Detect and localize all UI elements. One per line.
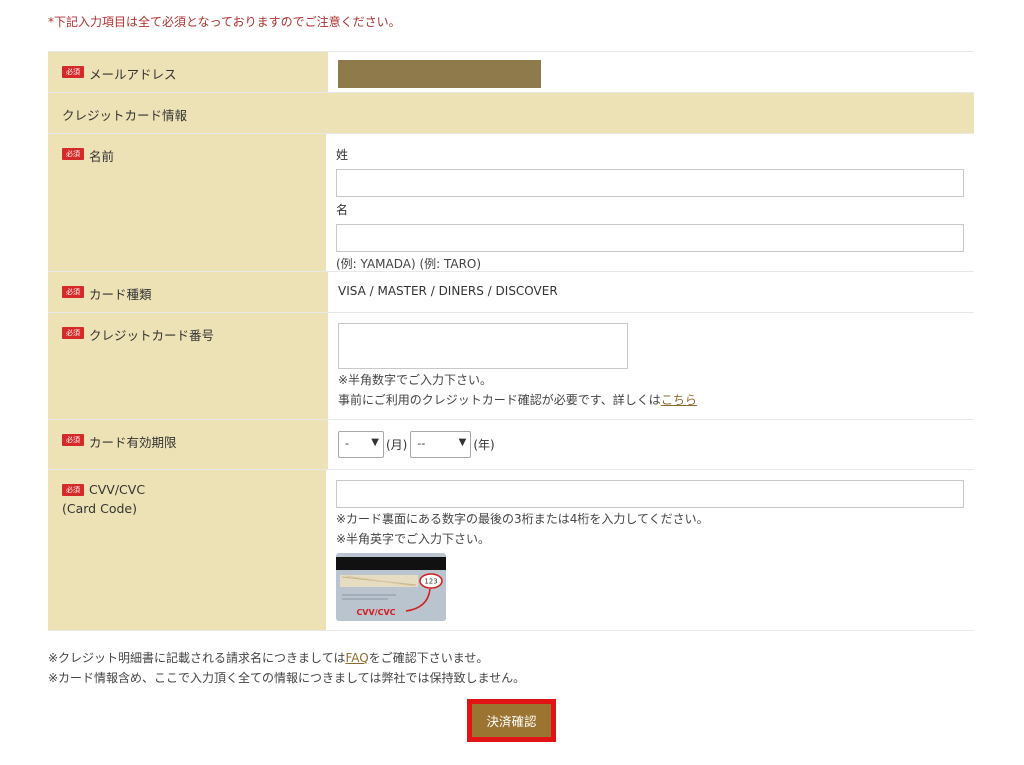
card-type-label-cell: 必須 カード種類 (48, 272, 328, 312)
name-label-cell: 必須 名前 (48, 134, 326, 271)
billing-note-text-after: をご確認下さいませ。 (368, 651, 489, 665)
required-badge: 必須 (62, 148, 84, 160)
year-suffix: (年) (473, 438, 495, 452)
cvv-hint-digits: ※カード裏面にある数字の最後の3桁または4桁を入力してください。 (336, 512, 709, 526)
card-number-label-cell: 必須 クレジットカード番号 (48, 313, 328, 419)
expiry-month-select[interactable]: - ▼ (338, 431, 384, 458)
card-type-row: 必須 カード種類 VISA / MASTER / DINERS / DISCOV… (48, 272, 974, 313)
card-type-label: カード種類 (89, 287, 152, 302)
email-value-cell (328, 52, 974, 92)
cvv-image-number: 123 (424, 578, 437, 586)
required-notice: *下記入力項目は全て必須となっておりますのでご注意ください。 (48, 15, 401, 29)
first-name-label: 名 (336, 203, 349, 217)
last-name-input[interactable] (336, 169, 964, 197)
masked-email-value (338, 60, 541, 88)
cvv-image-caption: CVV/CVC (356, 608, 395, 617)
required-badge: 必須 (62, 327, 84, 339)
name-label: 名前 (89, 149, 115, 164)
expiry-label: カード有効期限 (89, 435, 177, 450)
footer-notes: ※クレジット明細書に記載される請求名につきましてはFAQをご確認下さいませ。 ※… (48, 648, 525, 688)
card-number-hint-halfwidth: ※半角数字でご入力下さい。 (338, 373, 493, 387)
card-number-hint-verify: 事前にご利用のクレジットカード確認が必要です、詳しくはこちら (338, 390, 964, 410)
submit-highlight: 決済確認 (467, 699, 556, 742)
month-suffix: (月) (386, 438, 408, 452)
cvv-row: 必須 CVV/CVC (Card Code) ※カード裏面にある数字の最後の3桁… (48, 470, 974, 631)
data-retention-note: ※カード情報含め、ここで入力頂く全ての情報につきましては弊社では保持致しません。 (48, 671, 526, 685)
cvv-input[interactable] (336, 480, 964, 508)
last-name-label: 姓 (336, 148, 349, 162)
card-number-input[interactable] (338, 323, 628, 369)
email-row: 必須 メールアドレス (48, 51, 974, 93)
name-value-cell: 姓 名 (例: YAMADA) (例: TARO) (326, 134, 974, 271)
first-name-input[interactable] (336, 224, 964, 252)
details-link[interactable]: こちら (661, 393, 697, 407)
required-badge: 必須 (62, 286, 84, 298)
card-back-image: 123 CVV/CVC (336, 553, 446, 621)
card-number-value-cell: ※半角数字でご入力下さい。 事前にご利用のクレジットカード確認が必要です、詳しく… (328, 313, 974, 419)
cc-section-row: クレジットカード情報 (48, 93, 974, 134)
cvv-card-illustration: 123 CVV/CVC (336, 553, 446, 621)
chevron-down-icon: ▼ (458, 437, 467, 448)
cvv-hint-halfwidth: ※半角英字でご入力下さい。 (336, 532, 491, 546)
email-label: メールアドレス (89, 67, 177, 82)
cvv-label: CVV/CVC (89, 482, 146, 497)
expiry-year-value: -- (417, 437, 426, 450)
card-number-label: クレジットカード番号 (89, 328, 215, 343)
card-type-value: VISA / MASTER / DINERS / DISCOVER (338, 284, 558, 298)
cvv-sublabel: (Card Code) (62, 501, 137, 516)
payment-form-table: 必須 メールアドレス クレジットカード情報 必須 名前 姓 名 (例: YAMA… (48, 51, 974, 631)
expiry-value-cell: - ▼ (月) -- ▼ (年) (328, 420, 974, 469)
faq-link[interactable]: FAQ (345, 651, 368, 665)
card-number-row: 必須 クレジットカード番号 ※半角数字でご入力下さい。 事前にご利用のクレジット… (48, 313, 974, 420)
cvv-label-cell: 必須 CVV/CVC (Card Code) (48, 470, 326, 630)
expiry-row: 必須 カード有効期限 - ▼ (月) -- ▼ (年) (48, 420, 974, 470)
expiry-month-value: - (345, 437, 349, 450)
name-row: 必須 名前 姓 名 (例: YAMADA) (例: TARO) (48, 134, 974, 272)
cc-section-header: クレジットカード情報 (48, 93, 974, 133)
billing-name-note: ※クレジット明細書に記載される請求名につきましてはFAQをご確認下さいませ。 (48, 648, 525, 668)
required-badge: 必須 (62, 434, 84, 446)
name-example-hint: (例: YAMADA) (例: TARO) (336, 257, 482, 271)
expiry-year-select[interactable]: -- ▼ (410, 431, 472, 458)
required-badge: 必須 (62, 484, 84, 496)
cvv-value-cell: ※カード裏面にある数字の最後の3桁または4桁を入力してください。 ※半角英字でご… (326, 470, 974, 630)
chevron-down-icon: ▼ (371, 437, 379, 448)
required-badge: 必須 (62, 66, 84, 78)
billing-note-text-before: ※クレジット明細書に記載される請求名につきましては (48, 651, 346, 665)
email-label-cell: 必須 メールアドレス (48, 52, 328, 92)
expiry-label-cell: 必須 カード有効期限 (48, 420, 328, 469)
confirm-payment-button[interactable]: 決済確認 (472, 704, 551, 737)
card-number-hint-verify-text: 事前にご利用のクレジットカード確認が必要です、詳しくは (338, 393, 661, 407)
